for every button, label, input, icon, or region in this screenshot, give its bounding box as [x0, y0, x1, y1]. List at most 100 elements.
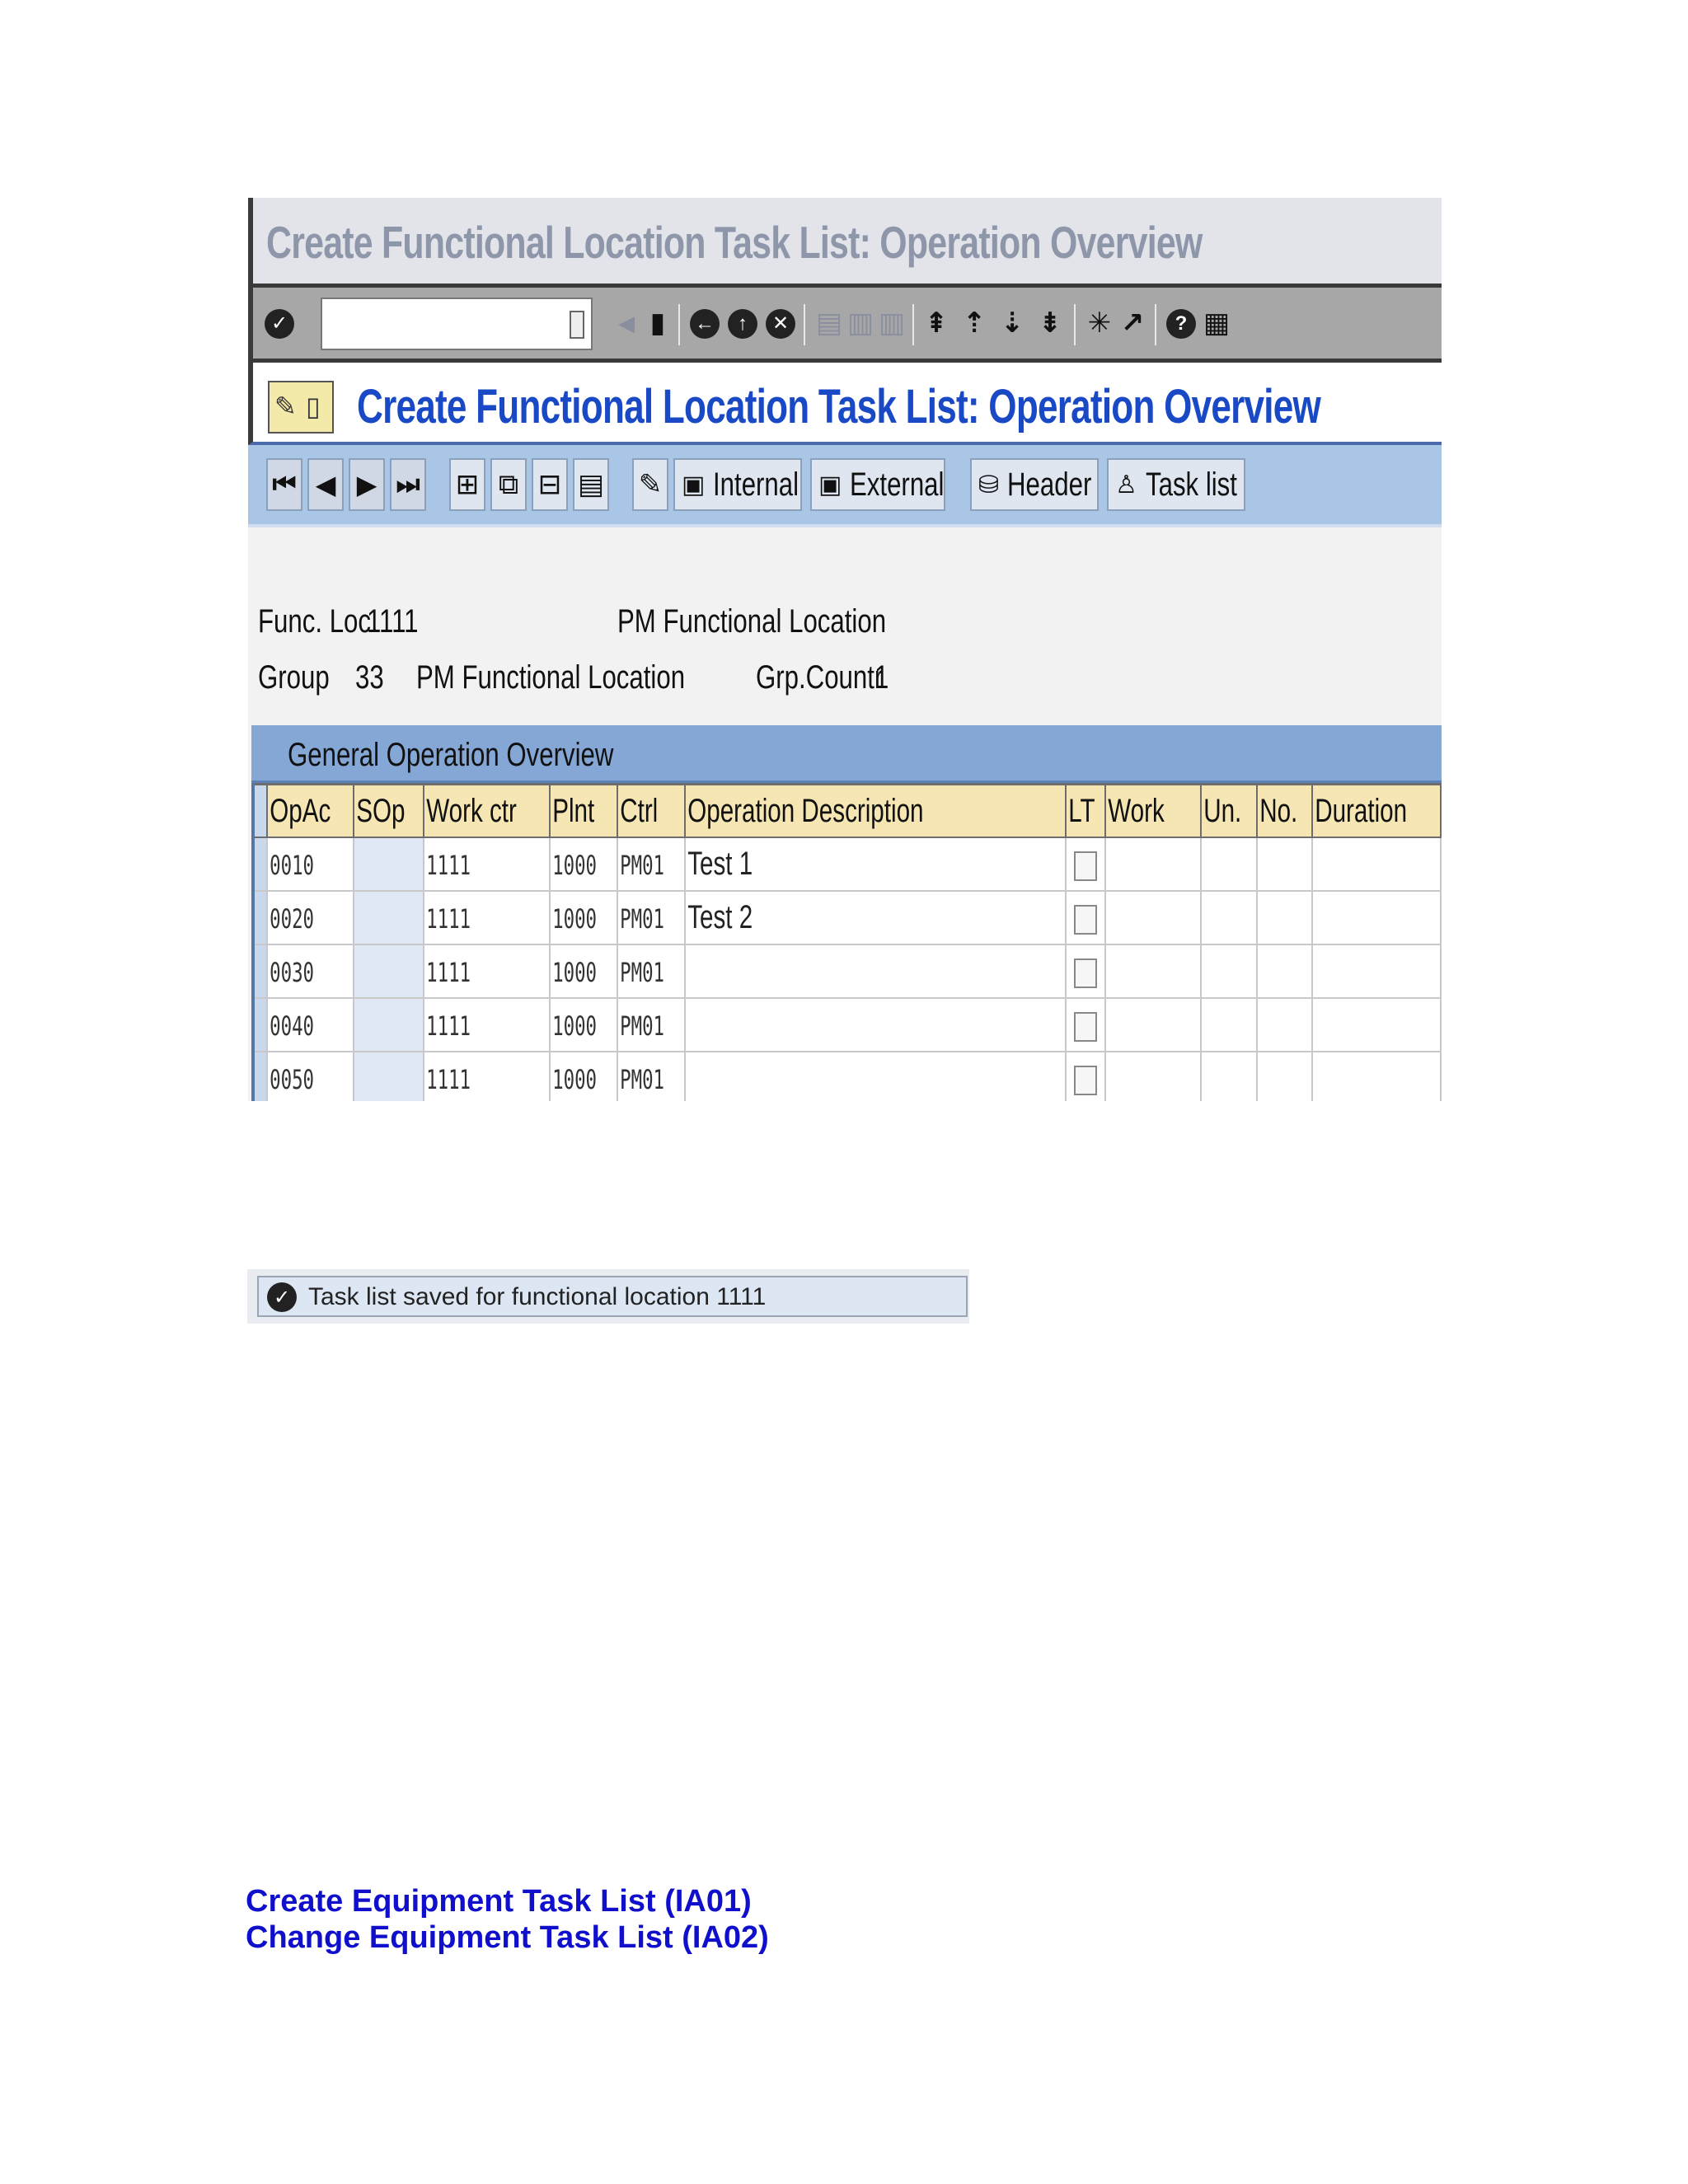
column-header-lt[interactable]: LT: [1064, 783, 1107, 838]
column-header-un[interactable]: Un.: [1200, 783, 1258, 838]
column-header-description[interactable]: Operation Description: [684, 783, 1067, 838]
previous-page-icon[interactable]: ⇡: [960, 306, 988, 340]
find-icon[interactable]: ▥: [846, 306, 874, 340]
cell-duration[interactable]: [1311, 944, 1442, 999]
cell-plnt[interactable]: 1000: [549, 944, 619, 999]
lt-checkbox[interactable]: [1074, 958, 1098, 988]
cell-work[interactable]: [1104, 944, 1203, 999]
cell-sop[interactable]: [352, 944, 425, 999]
row-selector[interactable]: [251, 1051, 268, 1101]
cell-no[interactable]: [1255, 1051, 1313, 1101]
cell-desc[interactable]: Test 2: [684, 890, 1067, 945]
lt-checkbox[interactable]: [1074, 1065, 1098, 1095]
column-header-plnt[interactable]: Plnt: [549, 783, 619, 838]
last-page-icon[interactable]: ⇟: [1036, 306, 1064, 340]
layout-menu-icon[interactable]: ▦: [1203, 306, 1231, 340]
column-header-work[interactable]: Work: [1104, 783, 1203, 838]
cell-plnt[interactable]: 1000: [549, 1051, 619, 1101]
row-selector[interactable]: [251, 890, 268, 945]
last-record-icon[interactable]: ⏭: [390, 458, 426, 511]
cell-duration[interactable]: [1311, 1051, 1442, 1101]
cell-lt-checkbox[interactable]: [1064, 997, 1107, 1052]
cell-un[interactable]: [1200, 944, 1258, 999]
command-dropdown-icon[interactable]: [570, 311, 584, 339]
cell-plnt[interactable]: 1000: [549, 890, 619, 945]
exit-icon[interactable]: ↑: [728, 309, 757, 339]
cancel-icon[interactable]: ✕: [766, 309, 795, 339]
select-all-cell[interactable]: [251, 783, 268, 838]
cell-ctrl[interactable]: PM01: [617, 837, 687, 892]
cell-duration[interactable]: [1311, 837, 1442, 892]
first-page-icon[interactable]: ⇞: [922, 306, 950, 340]
cell-work[interactable]: [1104, 837, 1203, 892]
command-input[interactable]: [322, 299, 565, 349]
cell-sop[interactable]: [352, 997, 425, 1052]
cell-sop[interactable]: [352, 890, 425, 945]
tasklist-button[interactable]: ♙ Task list: [1107, 458, 1245, 511]
cell-ctrl[interactable]: PM01: [617, 890, 687, 945]
column-header-opac[interactable]: OpAc: [265, 783, 355, 838]
collapse-arrow-icon[interactable]: ◀: [612, 306, 640, 340]
cell-opac[interactable]: 0050: [265, 1051, 355, 1101]
insert-operation-icon[interactable]: ⊞: [449, 458, 485, 511]
column-header-workctr[interactable]: Work ctr: [423, 783, 551, 838]
cell-sop[interactable]: [352, 1051, 425, 1101]
back-icon[interactable]: ←: [690, 309, 720, 339]
lt-checkbox[interactable]: [1074, 851, 1098, 881]
first-record-icon[interactable]: ⏮: [266, 458, 302, 511]
cell-workctr[interactable]: 1111: [423, 890, 551, 945]
column-header-sop[interactable]: SOp: [352, 783, 425, 838]
cell-plnt[interactable]: 1000: [549, 997, 619, 1052]
save-icon[interactable]: ▮: [644, 306, 672, 340]
cell-un[interactable]: [1200, 1051, 1258, 1101]
cell-opac[interactable]: 0020: [265, 890, 355, 945]
next-record-icon[interactable]: ▶: [349, 458, 385, 511]
external-button[interactable]: ▣ External: [810, 458, 945, 511]
cell-desc[interactable]: [684, 1051, 1067, 1101]
operation-details-icon[interactable]: ▤: [573, 458, 609, 511]
cell-opac[interactable]: 0030: [265, 944, 355, 999]
cell-ctrl[interactable]: PM01: [617, 997, 687, 1052]
cell-workctr[interactable]: 1111: [423, 944, 551, 999]
enter-check-icon[interactable]: ✓: [265, 309, 294, 339]
cell-lt-checkbox[interactable]: [1064, 837, 1107, 892]
cell-opac[interactable]: 0010: [265, 837, 355, 892]
cell-work[interactable]: [1104, 997, 1203, 1052]
cell-desc[interactable]: [684, 944, 1067, 999]
shortcut-icon[interactable]: ↗: [1118, 306, 1146, 340]
cell-un[interactable]: [1200, 890, 1258, 945]
cell-ctrl[interactable]: PM01: [617, 1051, 687, 1101]
row-selector[interactable]: [251, 997, 268, 1052]
cell-opac[interactable]: 0040: [265, 997, 355, 1052]
cell-no[interactable]: [1255, 837, 1313, 892]
copy-operation-icon[interactable]: ⧉: [490, 458, 527, 511]
row-selector[interactable]: [251, 837, 268, 892]
cell-sop[interactable]: [352, 837, 425, 892]
cell-work[interactable]: [1104, 890, 1203, 945]
cell-un[interactable]: [1200, 997, 1258, 1052]
cell-desc[interactable]: [684, 997, 1067, 1052]
header-button[interactable]: ⛁ Header: [970, 458, 1099, 511]
help-icon[interactable]: ?: [1166, 309, 1196, 339]
new-session-icon[interactable]: ✳: [1085, 306, 1114, 340]
find-next-icon[interactable]: ▥: [878, 306, 906, 340]
previous-record-icon[interactable]: ◀: [307, 458, 344, 511]
column-header-duration[interactable]: Duration: [1311, 783, 1442, 838]
column-header-no[interactable]: No.: [1255, 783, 1313, 838]
cell-un[interactable]: [1200, 837, 1258, 892]
column-header-ctrl[interactable]: Ctrl: [617, 783, 687, 838]
cell-workctr[interactable]: 1111: [423, 1051, 551, 1101]
cell-duration[interactable]: [1311, 997, 1442, 1052]
cell-lt-checkbox[interactable]: [1064, 1051, 1107, 1101]
cell-work[interactable]: [1104, 1051, 1203, 1101]
move-operation-icon[interactable]: ⊟: [532, 458, 568, 511]
print-icon[interactable]: ▤: [815, 306, 843, 340]
lt-checkbox[interactable]: [1074, 904, 1098, 935]
lt-checkbox[interactable]: [1074, 1011, 1098, 1042]
cell-ctrl[interactable]: PM01: [617, 944, 687, 999]
cell-workctr[interactable]: 1111: [423, 997, 551, 1052]
internal-button[interactable]: ▣ Internal: [673, 458, 802, 511]
cell-plnt[interactable]: 1000: [549, 837, 619, 892]
cell-lt-checkbox[interactable]: [1064, 944, 1107, 999]
edit-long-text-icon[interactable]: ✎: [632, 458, 668, 511]
